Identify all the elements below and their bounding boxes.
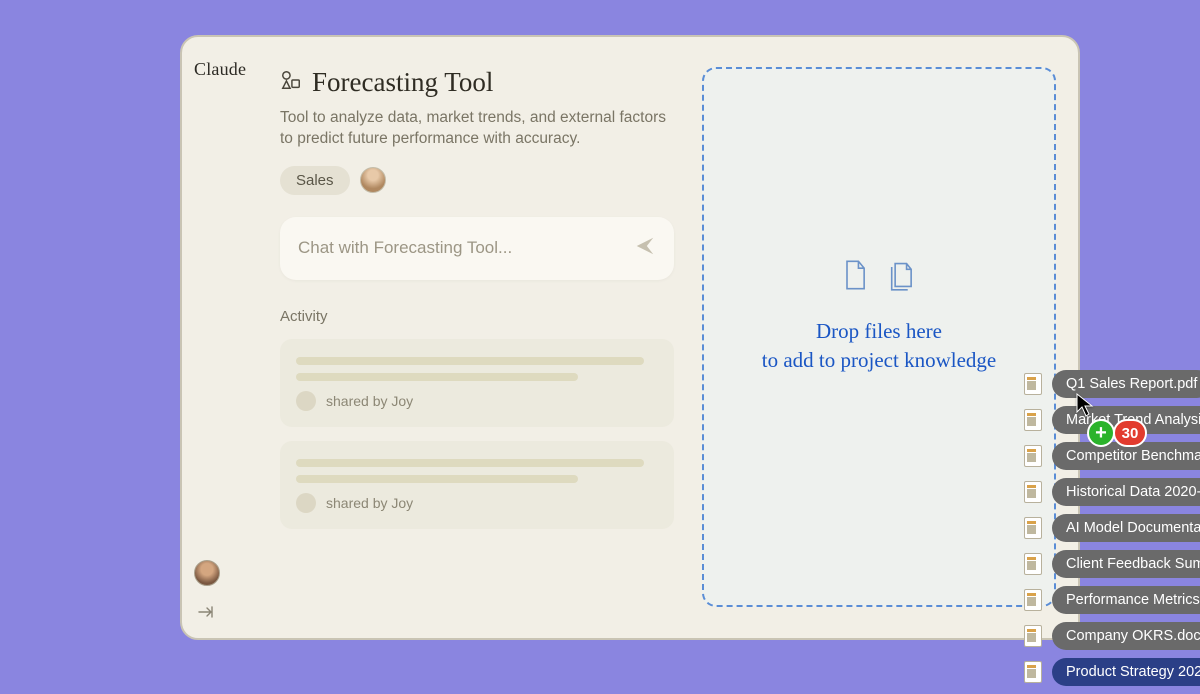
drag-file-name: Client Feedback Summary.doc (1052, 550, 1200, 578)
chat-input[interactable] (298, 238, 618, 258)
file-icon (1024, 589, 1042, 611)
activity-item[interactable]: shared by Joy (280, 339, 674, 427)
activity-shared-by: shared by Joy (326, 393, 413, 409)
drag-file-name: Historical Data 2020-2023.csv (1052, 478, 1200, 506)
activity-item[interactable]: shared by Joy (280, 441, 674, 529)
file-icon (1024, 445, 1042, 467)
file-icon (1024, 625, 1042, 647)
drag-file-name: Product Strategy 2024.doc (1052, 658, 1200, 686)
dropzone-text-line1: Drop files here (704, 317, 1054, 346)
drag-file-name: Performance Metrics.csv (1052, 586, 1200, 614)
project-description: Tool to analyze data, market trends, and… (280, 108, 680, 150)
sidebar-collapse-button[interactable] (198, 605, 214, 622)
project-tag[interactable]: Sales (280, 166, 350, 195)
chat-input-container[interactable] (280, 217, 674, 280)
file-icon (1024, 661, 1042, 683)
file-dropzone[interactable]: Drop files here to add to project knowle… (702, 67, 1056, 607)
project-member-avatar[interactable] (360, 167, 386, 193)
drag-file-row: AI Model Documentation.doc (1024, 514, 1200, 542)
brand-logo: Claude (194, 59, 246, 80)
file-icon (1024, 481, 1042, 503)
activity-heading: Activity (280, 308, 680, 325)
activity-author-avatar (296, 391, 316, 411)
skeleton-line (296, 475, 578, 483)
skeleton-line (296, 373, 578, 381)
project-title: Forecasting Tool (312, 67, 493, 98)
drag-file-row: Performance Metrics.csv (1024, 586, 1200, 614)
drag-file-row: Competitor Benchmarks.pdf (1024, 442, 1200, 470)
cursor-icon (1075, 392, 1095, 423)
drag-add-icon: + (1087, 419, 1115, 447)
dropzone-icon-group (704, 259, 1054, 291)
drag-file-row: Product Strategy 2024.doc (1024, 658, 1200, 686)
skeleton-line (296, 357, 644, 365)
activity-author-avatar (296, 493, 316, 513)
project-icon (280, 69, 302, 96)
file-icon (1024, 409, 1042, 431)
drag-file-row: Company OKRS.doc (1024, 622, 1200, 650)
send-button[interactable] (634, 235, 656, 262)
drag-preview: Q1 Sales Report.pdfMarket Trend Analysis… (1024, 370, 1200, 694)
current-user-avatar[interactable] (194, 560, 220, 586)
app-window: Claude Forecasting Tool Tool to analyze … (180, 35, 1080, 640)
drag-file-name: AI Model Documentation.doc (1052, 514, 1200, 542)
drag-count-badge: 30 (1113, 419, 1147, 447)
drag-file-row: Q1 Sales Report.pdf (1024, 370, 1200, 398)
file-icon (1024, 517, 1042, 539)
drag-file-row: Historical Data 2020-2023.csv (1024, 478, 1200, 506)
file-icon (1024, 553, 1042, 575)
file-icon (1024, 373, 1042, 395)
documents-stack-icon (887, 259, 917, 291)
skeleton-line (296, 459, 644, 467)
activity-shared-by: shared by Joy (326, 495, 413, 511)
document-icon (841, 259, 869, 291)
dropzone-text-line2: to add to project knowledge (704, 346, 1054, 375)
drag-file-name: Company OKRS.doc (1052, 622, 1200, 650)
drag-file-row: Client Feedback Summary.doc (1024, 550, 1200, 578)
sidebar: Claude (182, 37, 232, 638)
